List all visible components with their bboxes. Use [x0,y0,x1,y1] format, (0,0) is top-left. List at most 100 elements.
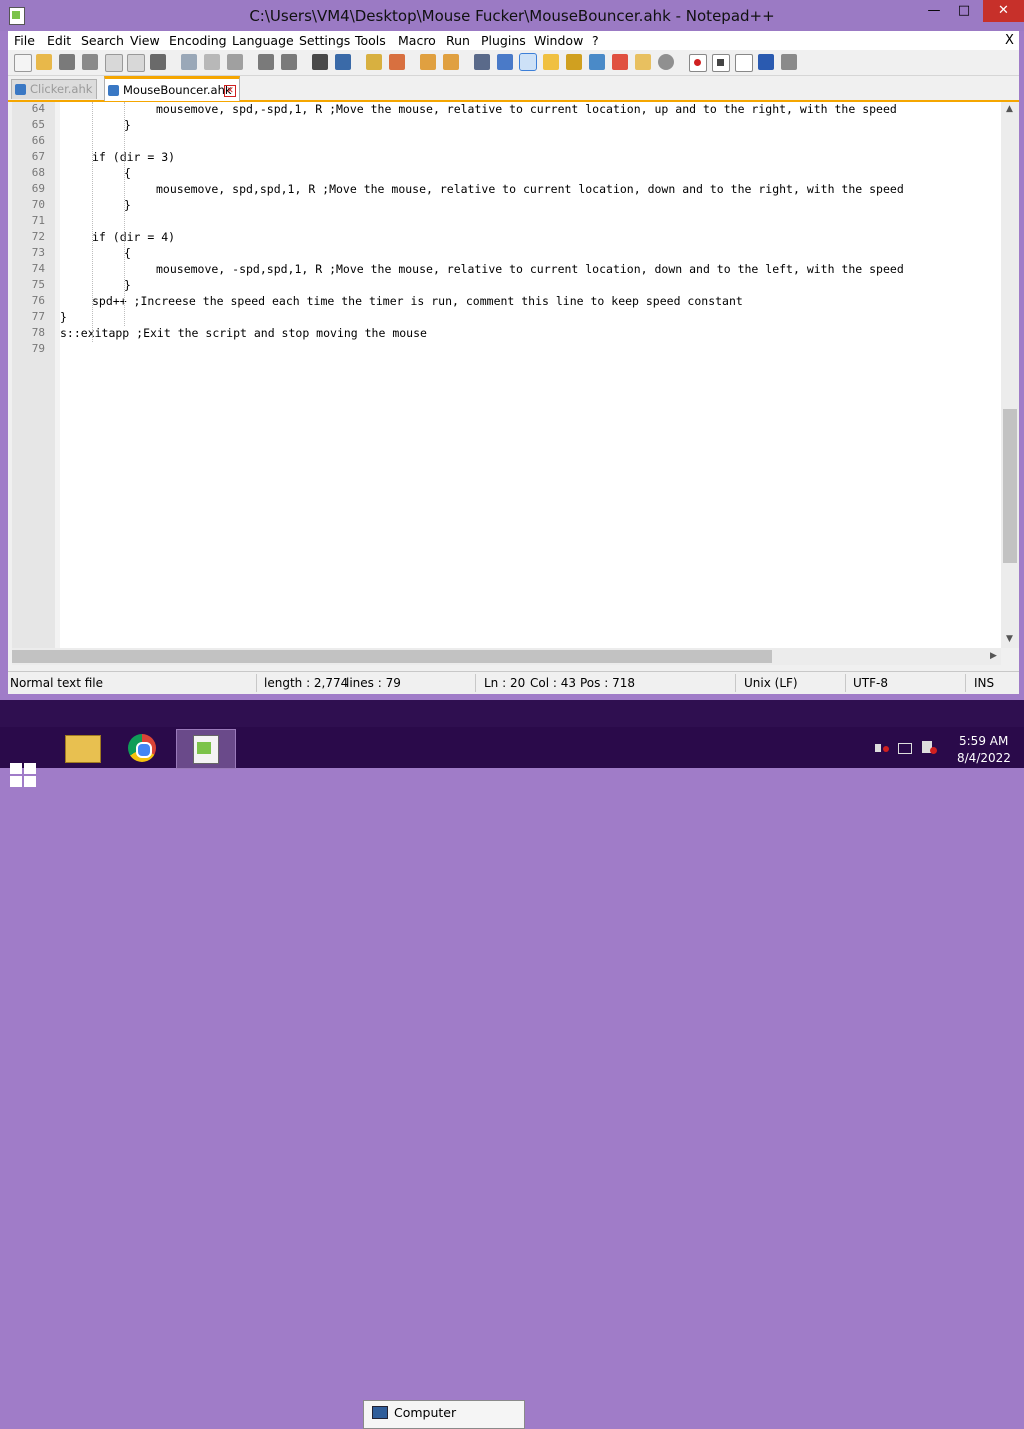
monitoring-icon[interactable] [635,54,651,70]
line-number: 71 [31,214,45,227]
menu-tools[interactable]: Tools [355,33,386,48]
redo-icon[interactable] [281,54,297,70]
save-all-icon[interactable] [82,54,98,70]
zoom-out-icon[interactable] [389,54,405,70]
code-line[interactable]: if (dir = 3) [92,150,175,164]
menu-file[interactable]: File [14,33,35,48]
sync-horizontal-icon[interactable] [443,54,459,70]
file-explorer-icon[interactable] [54,729,112,767]
code-line[interactable]: { [124,246,131,260]
tab-mousebouncer[interactable]: MouseBouncer.ahk ✕ [104,76,240,101]
find-icon[interactable] [312,54,328,70]
status-file-type: Normal text file [10,676,104,690]
preview-label: Computer [394,1405,457,1420]
show-all-chars-icon[interactable] [497,54,513,70]
menu-settings[interactable]: Settings [299,33,350,48]
code-line[interactable]: } [124,118,131,132]
editor[interactable]: 64 65 66 67 68 69 70 71 72 73 74 75 76 77 78 79 mousemo… [12,102,1001,648]
clock-time[interactable]: 5:59 AM [959,734,1008,748]
menu-macro[interactable]: Macro [398,33,436,48]
chrome-icon[interactable] [113,729,171,767]
zoom-in-icon[interactable] [366,54,382,70]
horizontal-scrollbar[interactable]: ▶ [12,648,1001,665]
indent-guide-icon[interactable] [519,53,537,71]
horizontal-scroll-thumb[interactable] [12,650,772,663]
code-line[interactable]: mousemove, spd,-spd,1, R ;Move the mouse… [156,102,897,116]
indent-guide [124,102,125,326]
menu-window[interactable]: Window [534,33,583,48]
undo-icon[interactable] [258,54,274,70]
function-list-icon[interactable] [589,54,605,70]
notepad-plus-plus-taskbar-icon[interactable] [176,729,236,769]
code-line[interactable]: mousemove, -spd,spd,1, R ;Move the mouse… [156,262,904,276]
copy-icon[interactable] [204,54,220,70]
stop-recording-icon[interactable] [712,54,730,72]
line-number: 70 [31,198,45,211]
menu-run[interactable]: Run [446,33,470,48]
scroll-down-icon[interactable]: ▼ [1006,634,1013,644]
line-number: 67 [31,150,45,163]
maximize-button[interactable]: □ [952,0,976,22]
minimize-button[interactable]: — [916,0,952,22]
folder-workspace-icon[interactable] [612,54,628,70]
menu-plugins[interactable]: Plugins [481,33,526,48]
print-icon[interactable] [150,54,166,70]
cut-icon[interactable] [181,54,197,70]
menu-encoding[interactable]: Encoding [169,33,227,48]
paste-icon[interactable] [227,54,243,70]
menu-search[interactable]: Search [81,33,124,48]
vertical-scroll-thumb[interactable] [1003,409,1017,563]
close-icon[interactable] [105,54,123,72]
close-button[interactable]: ✕ [983,0,1024,22]
windows-start-icon[interactable] [10,763,38,787]
status-encoding[interactable]: UTF-8 [853,676,888,690]
doc-map-icon[interactable] [566,54,582,70]
status-mode[interactable]: INS [974,676,994,690]
network-icon[interactable] [898,741,914,755]
tab-clicker[interactable]: Clicker.ahk [11,79,97,99]
word-wrap-icon[interactable] [474,54,490,70]
new-file-icon[interactable] [14,54,32,72]
menu-help[interactable]: ? [592,33,599,48]
menu-language[interactable]: Language [232,33,294,48]
taskbar-preview-computer[interactable]: Computer [363,1400,525,1429]
close-document-button[interactable]: X [1005,33,1014,48]
save-icon[interactable] [59,54,75,70]
vertical-scrollbar[interactable]: ▲ ▼ [1001,102,1019,648]
record-macro-icon[interactable] [689,54,707,72]
code-line[interactable]: s::exitapp ;Exit the script and stop mov… [60,326,427,340]
line-number: 77 [31,310,45,323]
open-file-icon[interactable] [36,54,52,70]
scroll-up-icon[interactable]: ▲ [1006,104,1013,114]
menu-view[interactable]: View [130,33,160,48]
clock-date[interactable]: 8/4/2022 [957,751,1011,765]
file-icon [15,84,26,95]
code-line[interactable]: spd++ ;Increese the speed each time the … [92,294,743,308]
tab-label: MouseBouncer.ahk [123,83,232,97]
line-number: 73 [31,246,45,259]
code-line[interactable]: { [124,166,131,180]
status-bar: Normal text file length : 2,774 lines : … [8,671,1019,694]
notepad-window: File Edit Search View Encoding Language … [8,31,1019,694]
code-line[interactable]: } [124,198,131,212]
replace-icon[interactable] [335,54,351,70]
line-number: 79 [31,342,45,355]
action-center-icon[interactable] [922,741,938,755]
user-defined-language-icon[interactable] [543,54,559,70]
volume-muted-icon[interactable] [874,741,890,755]
run-macro-multiple-icon[interactable] [758,54,774,70]
code-line[interactable]: } [60,310,67,324]
code-area[interactable]: mousemove, spd,-spd,1, R ;Move the mouse… [60,102,1001,648]
eye-icon[interactable] [658,54,674,70]
scroll-right-icon[interactable]: ▶ [990,651,997,661]
save-macro-icon[interactable] [781,54,797,70]
code-line[interactable]: if (dir = 4) [92,230,175,244]
sync-vertical-icon[interactable] [420,54,436,70]
menu-edit[interactable]: Edit [47,33,71,48]
close-all-icon[interactable] [127,54,145,72]
close-tab-icon[interactable]: ✕ [224,85,236,97]
code-line[interactable]: } [124,278,131,292]
status-eol[interactable]: Unix (LF) [744,676,798,690]
play-macro-icon[interactable] [735,54,753,72]
code-line[interactable]: mousemove, spd,spd,1, R ;Move the mouse,… [156,182,904,196]
